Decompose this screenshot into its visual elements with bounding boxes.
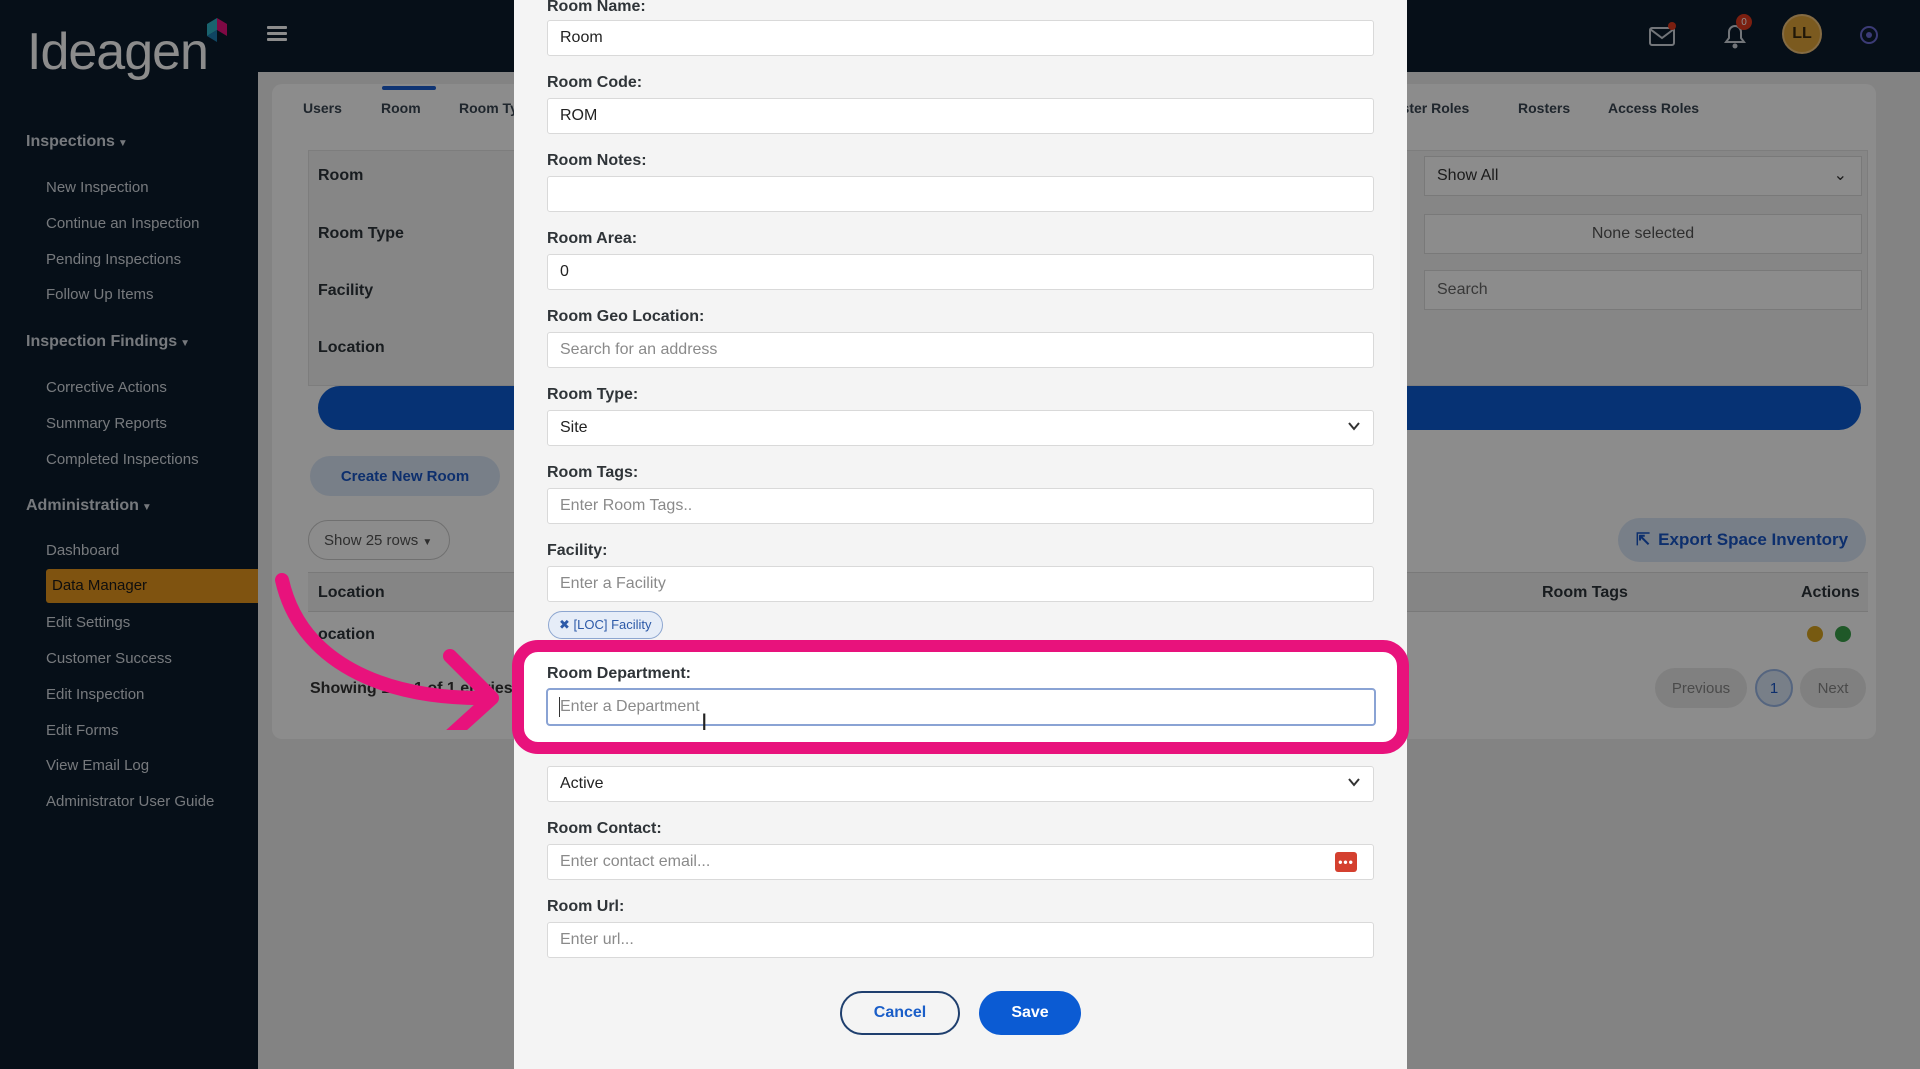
facility-tag-chip[interactable]: ✖ [LOC] Facility xyxy=(548,611,663,639)
room-geo-location-field[interactable]: Search for an address xyxy=(547,332,1374,368)
save-button[interactable]: Save xyxy=(979,991,1081,1035)
room-area-label: Room Area: xyxy=(547,230,638,247)
chevron-down-icon xyxy=(1348,778,1360,787)
facility-field[interactable]: Enter a Facility xyxy=(547,566,1374,602)
room-notes-field[interactable] xyxy=(547,176,1374,212)
facility-label: Facility: xyxy=(547,542,608,559)
text-cursor-icon: I xyxy=(701,711,708,736)
chevron-down-icon xyxy=(1348,422,1360,431)
room-url-label: Room Url: xyxy=(547,898,625,915)
room-name-label: Room Name: xyxy=(547,0,646,15)
room-tags-field[interactable]: Enter Room Tags.. xyxy=(547,488,1374,524)
edit-room-modal xyxy=(514,0,1407,1069)
room-tags-label: Room Tags: xyxy=(547,464,639,481)
contact-lookup-button[interactable]: ••• xyxy=(1335,852,1357,872)
annotation-arrow-icon xyxy=(275,573,499,730)
room-status-value: Active xyxy=(560,775,604,792)
room-code-label: Room Code: xyxy=(547,74,643,91)
room-contact-placeholder: Enter contact email... xyxy=(560,853,711,870)
text-caret xyxy=(559,697,560,717)
room-contact-field[interactable]: Enter contact email... ••• xyxy=(547,844,1374,880)
room-type-select[interactable]: Site xyxy=(547,410,1374,446)
room-type-value: Site xyxy=(560,419,588,436)
room-department-label: Room Department: xyxy=(547,665,692,682)
room-code-field[interactable]: ROM xyxy=(547,98,1374,134)
room-area-field[interactable]: 0 xyxy=(547,254,1374,290)
room-department-field[interactable]: Enter a Department xyxy=(546,688,1376,726)
room-geo-location-label: Room Geo Location: xyxy=(547,308,705,325)
room-status-select[interactable]: Active xyxy=(547,766,1374,802)
cancel-button[interactable]: Cancel xyxy=(840,991,960,1035)
room-type-label: Room Type: xyxy=(547,386,639,403)
room-url-field[interactable]: Enter url... xyxy=(547,922,1374,958)
room-contact-label: Room Contact: xyxy=(547,820,662,837)
room-name-field[interactable]: Room xyxy=(547,20,1374,56)
room-notes-label: Room Notes: xyxy=(547,152,647,169)
